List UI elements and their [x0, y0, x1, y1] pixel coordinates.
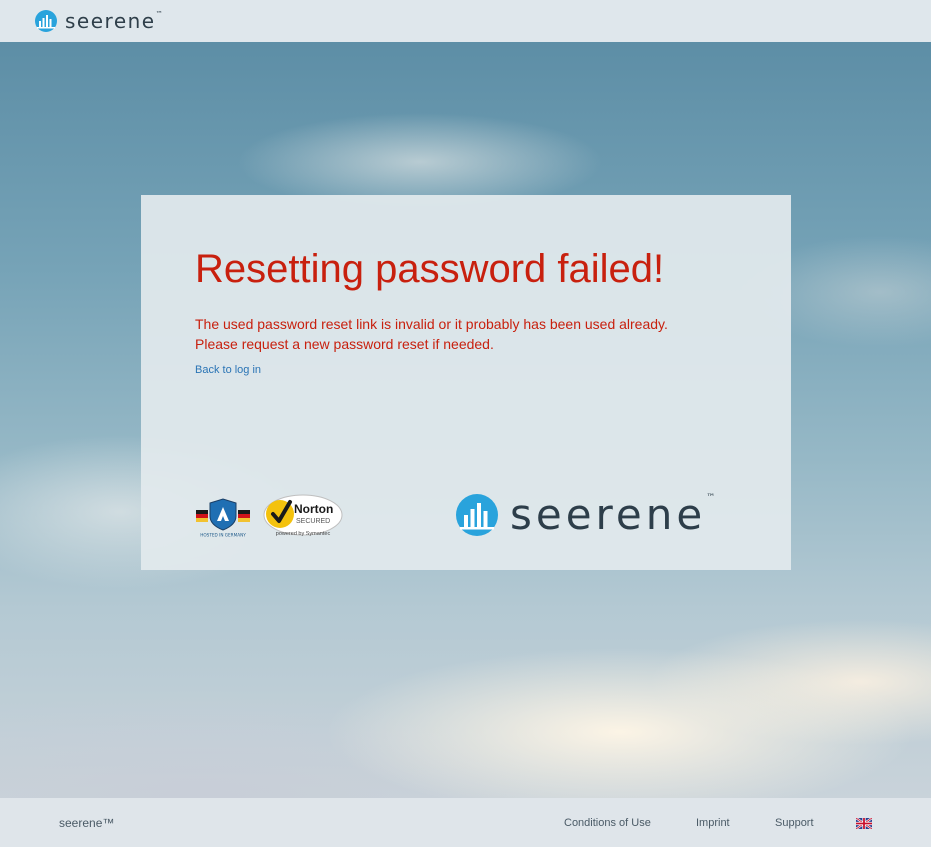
germany-badge-text: HOSTED IN GERMANY	[200, 533, 246, 538]
card-logo-tm: ™	[706, 493, 720, 503]
top-header: seerene™	[0, 0, 931, 42]
footer-copyright: seerene™	[59, 816, 115, 830]
footer: seerene™ Conditions of Use Imprint Suppo…	[0, 798, 931, 847]
error-message-line-1: The used password reset link is invalid …	[195, 316, 668, 332]
support-link[interactable]: Support	[775, 817, 814, 829]
uk-flag-icon[interactable]	[856, 818, 872, 829]
card-seerene-logo: seerene™	[452, 492, 719, 538]
error-message: The used password reset link is invalid …	[195, 314, 735, 354]
norton-badge-subtitle: SECURED	[296, 518, 330, 525]
seerene-logo-icon	[456, 494, 498, 536]
conditions-of-use-link[interactable]: Conditions of Use	[564, 817, 651, 829]
header-logo-tm: ™	[155, 10, 165, 18]
header-logo-text: seerene	[65, 9, 156, 33]
hosted-in-germany-badge: HOSTED IN GERMANY	[196, 498, 250, 538]
card-logo-text: seerene	[510, 490, 707, 539]
back-to-login-link[interactable]: Back to log in	[195, 364, 261, 376]
imprint-link[interactable]: Imprint	[696, 817, 730, 829]
seerene-logo-icon	[35, 10, 57, 32]
norton-badge-title: Norton	[294, 502, 333, 516]
error-message-line-2: Please request a new password reset if n…	[195, 336, 494, 352]
message-card: Resetting password failed! The used pass…	[141, 195, 791, 570]
norton-badge-powered: powered by Symantec	[276, 531, 331, 537]
page-title: Resetting password failed!	[195, 247, 665, 291]
header-logo[interactable]: seerene™	[33, 8, 164, 34]
norton-secured-badge: Norton SECURED powered by Symantec	[263, 494, 343, 537]
